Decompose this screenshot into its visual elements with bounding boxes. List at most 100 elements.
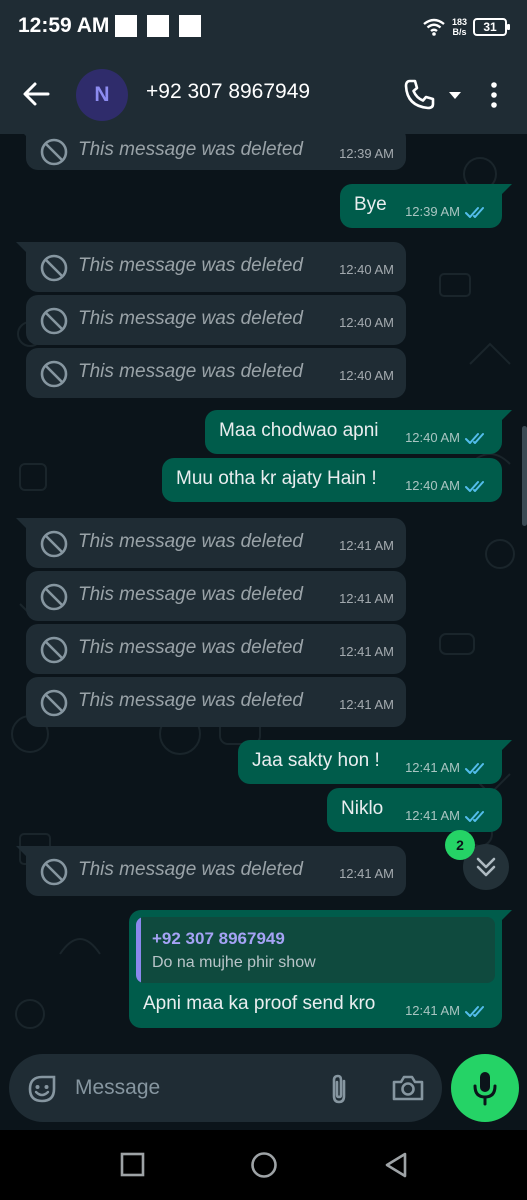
ban-icon [40, 858, 68, 886]
message-list[interactable]: This message was deleted 12:39 AM Bye 12:39… [0, 134, 527, 1044]
message-composer [9, 1054, 442, 1122]
deleted-message-text: This message was deleted [78, 308, 303, 329]
message-time: 12:41 AM [405, 760, 460, 775]
sticker-icon[interactable] [26, 1073, 58, 1105]
deleted-message-bubble[interactable]: This message was deleted 12:41 AM [16, 846, 406, 896]
bubble-tail [16, 518, 28, 530]
message-text: Muu otha kr ajaty Hain ! [176, 468, 377, 489]
double-check-icon [465, 207, 484, 218]
quoted-sender: +92 307 8967949 [152, 929, 285, 948]
mic-icon [473, 1072, 497, 1106]
deleted-message-bubble[interactable]: This message was deleted 12:41 AM [16, 518, 406, 568]
message-text: Bye [354, 194, 387, 215]
home-icon[interactable] [249, 1150, 279, 1180]
deleted-message-bubble[interactable]: This message was deleted 12:39 AM [16, 134, 406, 170]
message-time: 12:40 AM [405, 430, 460, 445]
message-time: 12:41 AM [339, 697, 394, 712]
outgoing-message-bubble[interactable]: Muu otha kr ajaty Hain ! 12:40 AM [162, 458, 502, 502]
notification-icon [179, 15, 201, 37]
caret-down-icon[interactable] [444, 84, 466, 106]
ban-icon [40, 307, 68, 335]
status-indicators: 183 B/s 31 [422, 12, 510, 42]
deleted-message-bubble[interactable]: This message was deleted 12:41 AM [26, 677, 406, 727]
message-time: 12:40 AM [339, 368, 394, 383]
status-bar: 12:59 AM 183 B/s 31 [0, 0, 527, 56]
camera-icon[interactable] [391, 1072, 425, 1104]
ban-icon [40, 583, 68, 611]
quoted-reply[interactable]: +92 307 8967949 Do na mujhe phir show [136, 917, 495, 983]
message-time: 12:41 AM [339, 866, 394, 881]
more-vert-icon[interactable] [484, 80, 504, 110]
deleted-message-text: This message was deleted [78, 584, 303, 605]
battery-icon: 31 [473, 18, 510, 36]
double-check-icon [465, 763, 484, 774]
deleted-message-text: This message was deleted [78, 637, 303, 658]
bubble-tail [16, 846, 28, 858]
bubble-tail [500, 740, 512, 752]
deleted-message-bubble[interactable]: This message was deleted 12:40 AM [26, 295, 406, 345]
message-text: Apni maa ka proof send kro [143, 993, 376, 1014]
ban-icon [40, 138, 68, 166]
message-input[interactable] [75, 1064, 315, 1112]
scrollbar[interactable] [522, 426, 527, 526]
outgoing-message-bubble[interactable]: +92 307 8967949 Do na mujhe phir show Apni… [129, 910, 512, 1028]
phone-icon[interactable] [402, 78, 436, 112]
status-time: 12:59 AM [18, 14, 110, 37]
deleted-message-bubble[interactable]: This message was deleted 12:40 AM [16, 242, 406, 292]
deleted-message-bubble[interactable]: This message was deleted 12:41 AM [26, 571, 406, 621]
outgoing-message-bubble[interactable]: Niklo 12:41 AM [327, 788, 502, 832]
nav-back-icon[interactable] [381, 1150, 411, 1180]
quoted-text: Do na mujhe phir show [152, 954, 316, 971]
outgoing-message-bubble[interactable]: Jaa sakty hon ! 12:41 AM [238, 740, 512, 784]
bubble-tail [500, 410, 512, 422]
paperclip-icon[interactable] [325, 1072, 353, 1106]
message-time: 12:41 AM [339, 591, 394, 606]
contact-name[interactable]: +92 307 8967949 [146, 80, 310, 104]
ban-icon [40, 254, 68, 282]
bubble-tail [16, 242, 28, 254]
system-navigation-bar [0, 1130, 527, 1200]
deleted-message-bubble[interactable]: This message was deleted 12:40 AM [26, 348, 406, 398]
notification-icon [147, 15, 169, 37]
deleted-message-text: This message was deleted [78, 859, 303, 880]
message-time: 12:40 AM [405, 478, 460, 493]
message-time: 12:40 AM [339, 262, 394, 277]
message-text: Maa chodwao apni [219, 420, 379, 441]
chat-header: N +92 307 8967949 [0, 56, 527, 134]
double-check-icon [465, 481, 484, 492]
bubble-tail [500, 184, 512, 196]
bubble-tail [500, 910, 512, 922]
deleted-message-text: This message was deleted [78, 255, 303, 276]
double-check-icon [465, 1006, 484, 1017]
deleted-message-bubble[interactable]: This message was deleted 12:41 AM [26, 624, 406, 674]
double-check-icon [465, 811, 484, 822]
message-time: 12:41 AM [339, 644, 394, 659]
deleted-message-text: This message was deleted [78, 690, 303, 711]
notification-icon [115, 15, 137, 37]
double-check-icon [465, 433, 484, 444]
message-text: Jaa sakty hon ! [252, 750, 380, 771]
message-time: 12:40 AM [339, 315, 394, 330]
message-text: Niklo [341, 798, 384, 819]
ban-icon [40, 689, 68, 717]
ban-icon [40, 636, 68, 664]
network-speed: 183 B/s [451, 17, 467, 37]
message-time: 12:41 AM [405, 1003, 460, 1018]
outgoing-message-bubble[interactable]: Maa chodwao apni 12:40 AM [205, 410, 512, 454]
battery-level: 31 [483, 20, 497, 34]
outgoing-message-bubble[interactable]: Bye 12:39 AM [340, 184, 512, 228]
voice-record-button[interactable] [451, 1054, 519, 1122]
message-time: 12:39 AM [339, 146, 394, 161]
ban-icon [40, 530, 68, 558]
message-time: 12:41 AM [405, 808, 460, 823]
ban-icon [40, 360, 68, 388]
arrow-left-icon[interactable] [20, 78, 52, 110]
avatar[interactable]: N [76, 69, 128, 121]
deleted-message-text: This message was deleted [78, 361, 303, 382]
recents-icon[interactable] [118, 1150, 148, 1180]
unread-count-badge[interactable]: 2 [445, 830, 475, 860]
deleted-message-text: This message was deleted [78, 139, 303, 160]
quote-bar [136, 917, 141, 983]
bubble-tail [16, 134, 28, 138]
wifi-icon [423, 18, 445, 36]
